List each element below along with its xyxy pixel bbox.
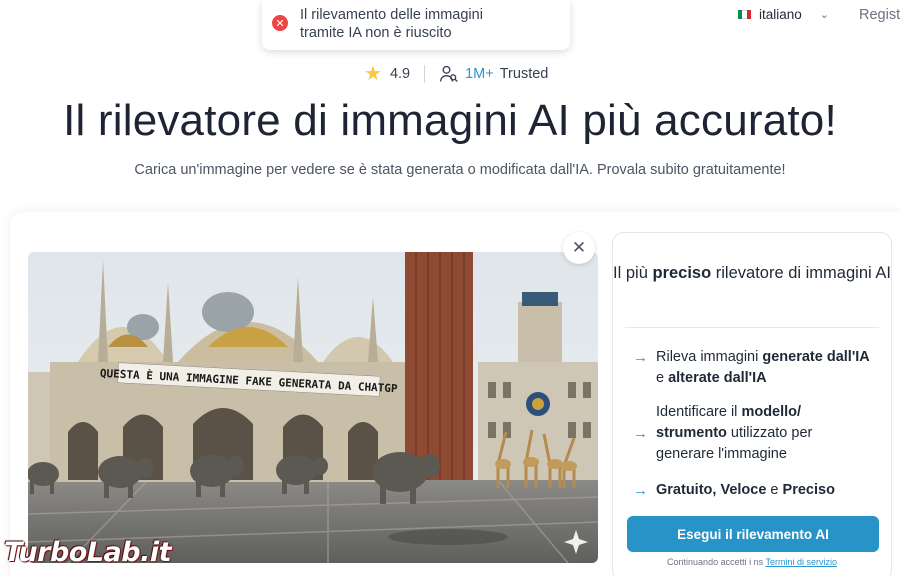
watermark-logo: TurboLab.it <box>4 537 172 568</box>
toast-message: Il rilevamento delle immagini tramite IA… <box>300 7 483 41</box>
error-toast: ✕ Il rilevamento delle immagini tramite … <box>262 0 570 50</box>
terms-note: Continuando accetti i ns Termini di serv… <box>613 557 891 567</box>
feature-text-part: Rileva immagini <box>656 349 763 365</box>
divider <box>625 327 879 328</box>
terms-link[interactable]: Termini di servizio <box>765 557 837 567</box>
arrow-right-icon: → <box>633 349 648 366</box>
feature-text-bold: Preciso <box>782 482 835 498</box>
run-detection-button[interactable]: Esegui il rilevamento AI <box>627 516 879 552</box>
language-label: italiano <box>759 7 802 22</box>
feature-text: Identificare il modello/ strumento utili… <box>656 402 853 465</box>
feature-text-bold: generate dall'IA <box>762 349 870 365</box>
divider <box>424 64 426 83</box>
panel-title-pre: Il più <box>613 264 653 282</box>
page-title: Il rilevatore di immagini AI più accurat… <box>63 96 837 145</box>
language-selector[interactable]: italiano ⌄ <box>738 7 829 22</box>
rating-bar: ★ 4.9 1M+ Trusted <box>364 61 548 86</box>
user-group-icon <box>440 65 458 82</box>
feature-text-bold: alterate dall'IA <box>668 370 767 386</box>
star-icon: ★ <box>364 63 382 85</box>
trusted-label: Trusted <box>499 65 549 82</box>
feature-text-part: Identificare il <box>656 404 742 420</box>
panel-title-bold: preciso <box>652 264 712 282</box>
italy-flag-icon <box>738 10 751 19</box>
feature-item: → Gratuito, Veloce e Preciso <box>633 480 873 501</box>
feature-text-part: e <box>656 370 669 386</box>
feature-text: Rileva immagini generate dall'IA e alter… <box>656 347 873 389</box>
features-panel: Il più preciso rilevatore di immagini AI… <box>612 232 892 576</box>
arrow-right-icon: → <box>633 425 648 442</box>
feature-text-bold: Gratuito, Veloce <box>656 482 767 498</box>
chevron-down-icon: ⌄ <box>819 9 829 21</box>
feature-text: Gratuito, Veloce e Preciso <box>656 480 835 501</box>
feature-text-part: e <box>766 482 783 498</box>
panel-title: Il più preciso rilevatore di immagini AI <box>613 261 891 286</box>
terms-text: Continuando accetti i ns <box>667 557 766 567</box>
close-icon[interactable]: ✕ <box>563 232 595 264</box>
rating-score: 4.9 <box>389 65 411 82</box>
uploaded-image-preview: QUESTA È UNA IMMAGINE FAKE GENERATA DA C… <box>28 252 598 563</box>
users-count: 1M+ <box>465 65 494 82</box>
feature-item: → Identificare il modello/ strumento uti… <box>633 402 853 465</box>
panel-title-post: rilevatore di immagini AI <box>711 264 891 282</box>
register-link[interactable]: Regist <box>859 7 900 23</box>
arrow-right-icon: → <box>633 482 648 499</box>
error-icon: ✕ <box>272 15 288 31</box>
feature-item: → Rileva immagini generate dall'IA e alt… <box>633 347 873 389</box>
page-subtitle: Carica un'immagine per vedere se è stata… <box>134 162 786 178</box>
